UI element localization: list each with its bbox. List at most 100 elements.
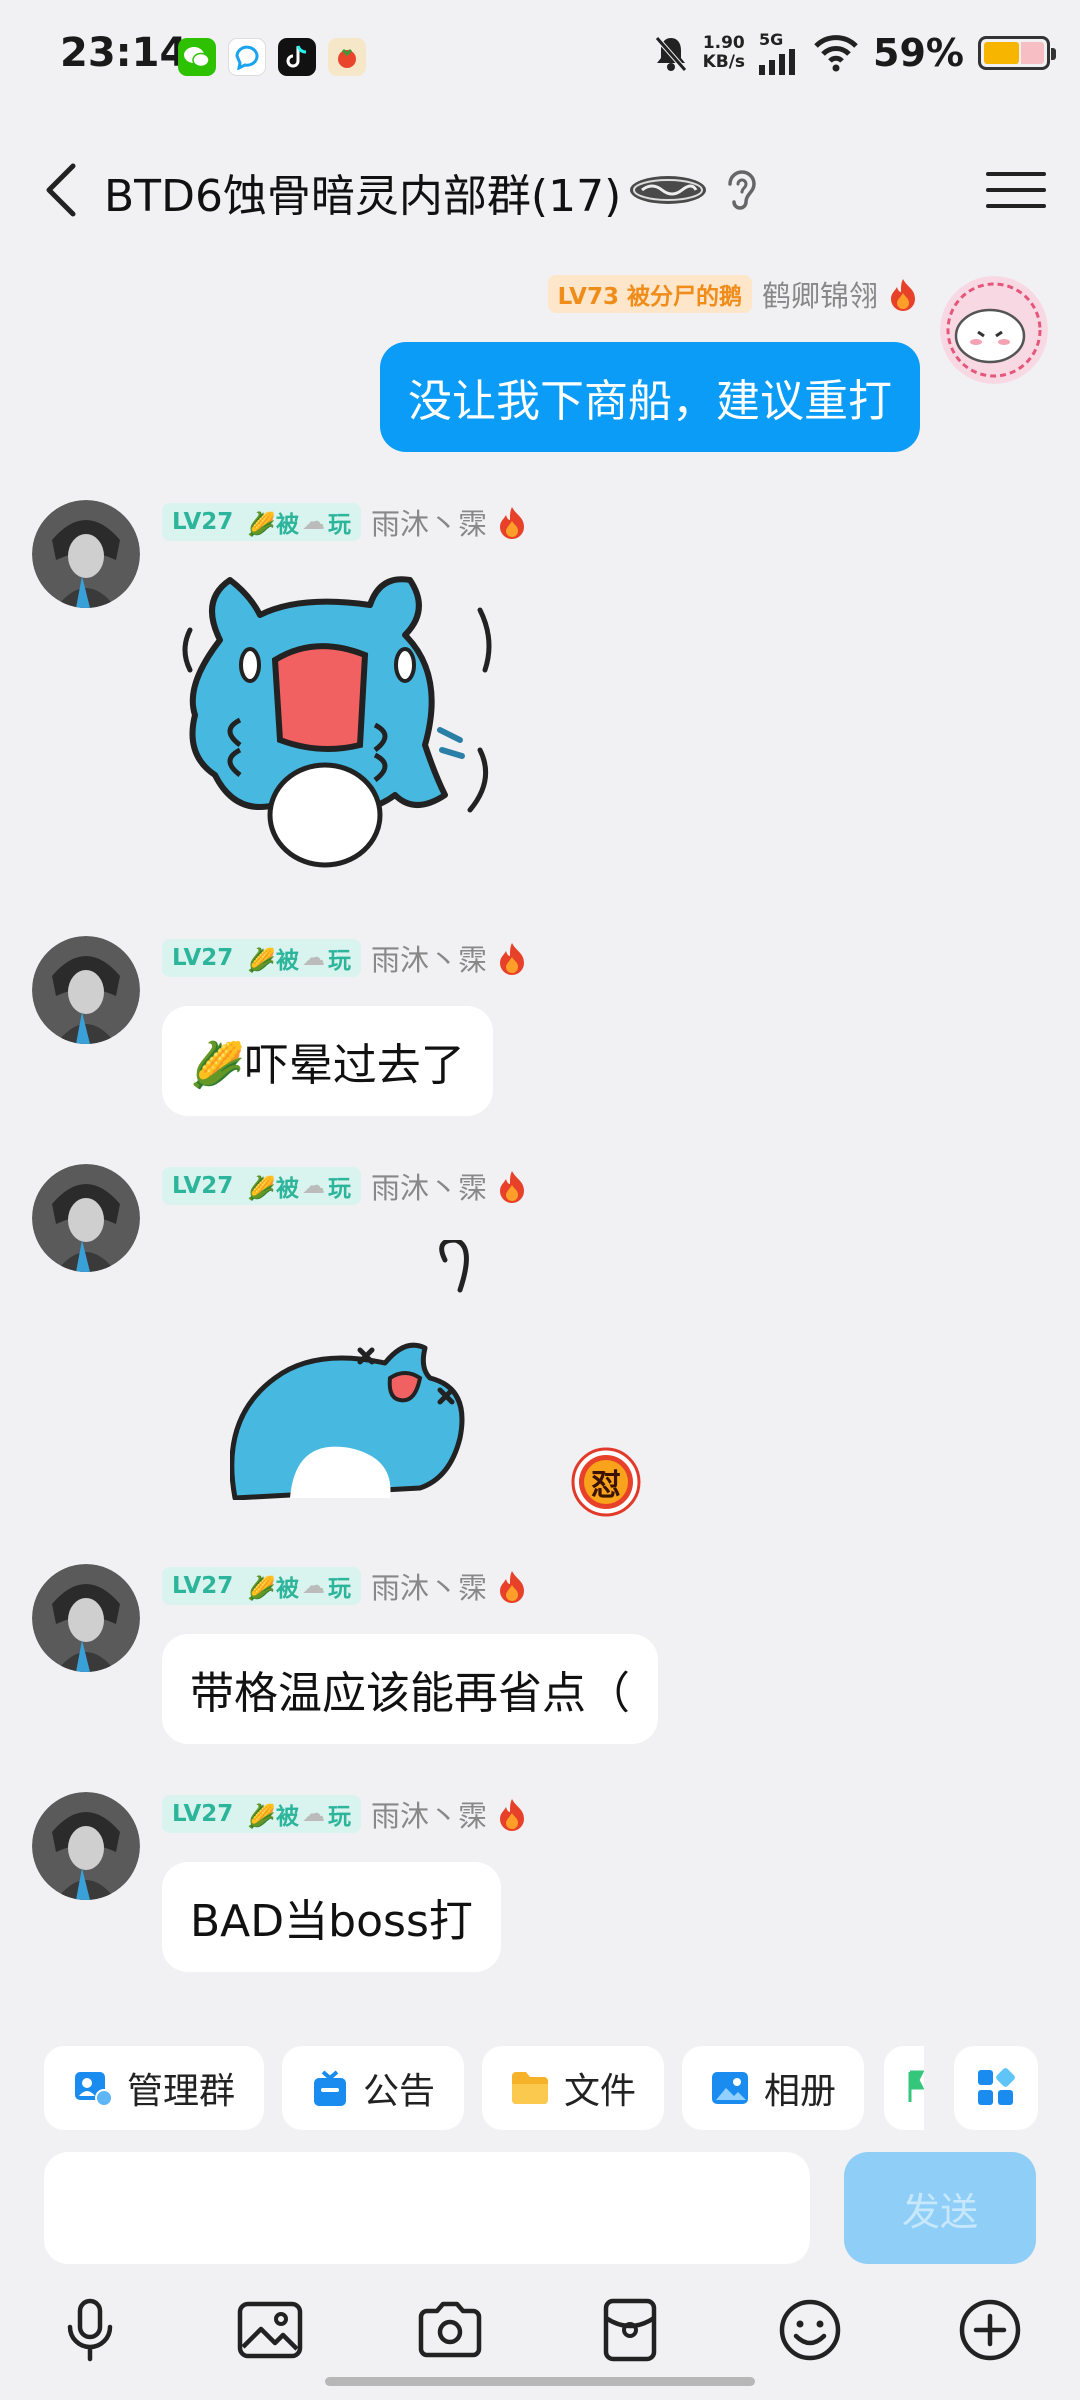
signal-bars-icon: [759, 49, 796, 75]
level-text: LV27: [172, 945, 234, 971]
flame-icon: [499, 1171, 524, 1203]
red-packet-icon: [603, 2298, 657, 2362]
ear-icon[interactable]: [722, 166, 762, 214]
sender-name[interactable]: 雨沐丶霂: [371, 501, 487, 543]
status-time: 23:14: [60, 30, 188, 76]
battery-percent: 59%: [873, 30, 964, 75]
avatar[interactable]: [32, 1792, 140, 1900]
fainted-blue-cat-sticker[interactable]: [230, 1240, 510, 1500]
flame-icon: [499, 1799, 524, 1831]
message-bubble[interactable]: 🌽吓晕过去了: [162, 1006, 493, 1116]
message-meta: LV27 🌽被 ☁ 玩 雨沐丶霂: [162, 502, 527, 542]
message-bubble[interactable]: 没让我下商船，建议重打: [380, 342, 920, 452]
title-suffix: 玩: [327, 1176, 351, 1202]
level-text: LV27: [172, 1801, 234, 1827]
wechat-icon: [178, 38, 216, 76]
tool-files[interactable]: 文件: [482, 2046, 664, 2130]
tool-announcement[interactable]: 公告: [282, 2046, 464, 2130]
avatar[interactable]: [32, 1164, 140, 1272]
image-button[interactable]: [230, 2290, 310, 2370]
tool-label: 相册: [763, 2071, 836, 2112]
title-cloud-icon: ☁: [301, 945, 325, 971]
title-suffix: 玩: [327, 1804, 351, 1830]
sender-name[interactable]: 鹤卿锦翎: [762, 273, 878, 315]
tool-manage-group[interactable]: 管理群: [44, 2046, 264, 2130]
manage-group-icon: [74, 2072, 113, 2107]
title-text: 🌽被: [247, 1576, 299, 1602]
network-speed: 1.90 KB/s: [702, 32, 746, 72]
tool-label: 管理群: [126, 2071, 235, 2112]
reaction-label: 怼: [591, 1468, 621, 1503]
composer: 发送: [0, 2152, 1080, 2264]
title-text: 🌽被: [247, 948, 299, 974]
wifi-icon: [814, 34, 858, 71]
apps-grid-icon: [978, 2068, 1015, 2105]
mute-bell-icon: [654, 35, 687, 72]
message-bubble[interactable]: BAD当boss打: [162, 1862, 501, 1972]
red-packet-button[interactable]: [590, 2290, 670, 2370]
sender-name[interactable]: 雨沐丶霂: [371, 1565, 487, 1607]
message-meta: LV27 🌽被 ☁ 玩 雨沐丶霂: [162, 1566, 527, 1606]
send-button[interactable]: 发送: [844, 2152, 1036, 2264]
reaction-badge[interactable]: 怼: [570, 1446, 642, 1518]
qq-icon: [228, 38, 266, 76]
menu-button[interactable]: [986, 160, 1046, 220]
tool-album[interactable]: 相册: [682, 2046, 864, 2130]
chat-header: BTD6蚀骨暗灵内部群(17): [0, 130, 1080, 250]
tool-more-partial[interactable]: [884, 2046, 924, 2130]
network-speed-value: 1.90: [702, 32, 745, 53]
tool-label: 文件: [563, 2071, 636, 2112]
sender-name[interactable]: 雨沐丶霂: [371, 1793, 487, 1835]
avatar[interactable]: [32, 1564, 140, 1672]
microphone-button[interactable]: [50, 2290, 130, 2370]
flame-icon: [891, 279, 915, 311]
chevron-left-icon: [46, 163, 76, 217]
menu-line: [986, 204, 1046, 208]
shocked-blue-cat-sticker[interactable]: [180, 570, 510, 880]
input-actions: [0, 2290, 1080, 2370]
title-cloud-icon: ☁: [301, 1573, 325, 1599]
image-icon: [237, 2301, 303, 2359]
level-badge: LV27 🌽被 ☁ 玩: [162, 1567, 361, 1605]
message-meta: LV27 🌽被 ☁ 玩 雨沐丶霂: [162, 1166, 527, 1206]
tiktok-icon: [278, 38, 316, 76]
sender-name[interactable]: 雨沐丶霂: [371, 937, 487, 979]
avatar-self[interactable]: [940, 276, 1048, 384]
title-cloud-icon: ☁: [301, 1173, 325, 1199]
message-meta-self: LV73 被分尸的鹅 鹤卿锦翎: [547, 273, 918, 315]
apps-grid-button[interactable]: [954, 2046, 1038, 2130]
tool-label: 公告: [362, 2071, 435, 2112]
avatar[interactable]: [32, 500, 140, 608]
plus-icon: [959, 2299, 1021, 2361]
camera-icon: [418, 2301, 482, 2358]
network-type: 5G: [759, 30, 784, 49]
title-text: 🌽被: [247, 512, 299, 538]
microphone-icon: [67, 2298, 113, 2362]
message-meta: LV27 🌽被 ☁ 玩 雨沐丶霂: [162, 1794, 527, 1834]
title-cloud-icon: ☁: [301, 509, 325, 535]
chat-title[interactable]: BTD6蚀骨暗灵内部群(17): [104, 160, 621, 224]
status-bar: 23:14 1.90 KB/s 5G 59%: [0, 0, 1080, 116]
sender-name[interactable]: 雨沐丶霂: [371, 1165, 487, 1207]
level-badge: LV27 🌽被 ☁ 玩: [162, 1167, 361, 1205]
menu-line: [986, 188, 1046, 192]
announcement-icon: [313, 2070, 346, 2106]
camera-button[interactable]: [410, 2290, 490, 2370]
network-speed-unit: KB/s: [702, 51, 746, 72]
back-button[interactable]: [30, 152, 90, 228]
level-text: LV27: [172, 1173, 234, 1199]
status-right: 1.90 KB/s 5G 59%: [653, 30, 1056, 75]
level-text: LV27: [172, 1573, 234, 1599]
message-input[interactable]: [44, 2152, 810, 2264]
tomato-icon: [328, 38, 366, 76]
title-cloud-icon: ☁: [301, 1801, 325, 1827]
home-indicator[interactable]: [325, 2377, 755, 2386]
folder-icon: [511, 2072, 548, 2104]
flame-icon: [499, 1571, 524, 1603]
avatar[interactable]: [32, 936, 140, 1044]
emoji-button[interactable]: [770, 2290, 850, 2370]
plus-button[interactable]: [950, 2290, 1030, 2370]
message-bubble[interactable]: 带格温应该能再省点（: [162, 1634, 658, 1744]
title-text: 🌽被: [247, 1804, 299, 1830]
title-suffix: 玩: [327, 1576, 351, 1602]
